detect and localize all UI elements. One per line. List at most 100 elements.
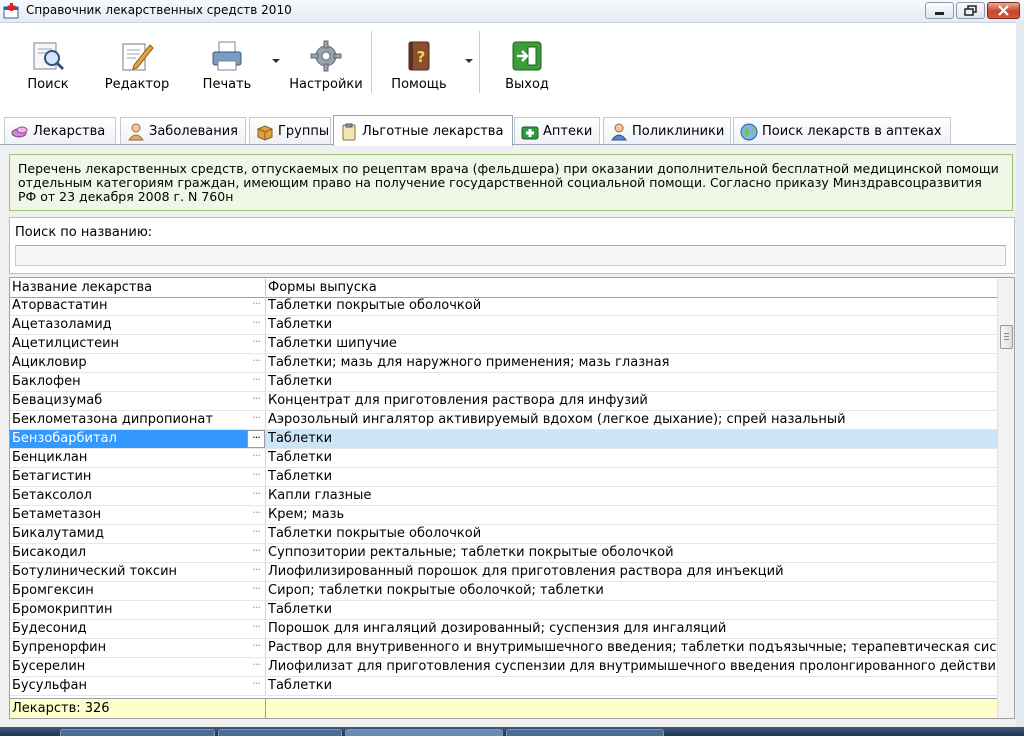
ellipsis-button[interactable]: ··· — [247, 677, 265, 695]
help-button[interactable]: ? Помощь — [387, 29, 451, 101]
release-forms-cell[interactable]: Сироп; таблетки покрытые оболочкой; табл… — [266, 582, 997, 600]
release-forms-cell[interactable]: Таблетки — [266, 449, 997, 467]
ellipsis-button[interactable]: ··· — [247, 316, 265, 334]
release-forms-cell[interactable]: Порошок для ингаляций дозированный; сусп… — [266, 620, 997, 638]
table-row[interactable]: Бетагистин ··· Таблетки — [10, 468, 997, 487]
table-row[interactable]: Ацетилцистеин ··· Таблетки шипучие — [10, 335, 997, 354]
medicine-name-cell[interactable]: Беклометазона дипропионат — [10, 411, 266, 429]
table-row[interactable]: Будесонид ··· Порошок для ингаляций дозиро… — [10, 620, 997, 639]
ellipsis-button[interactable]: ··· — [247, 373, 265, 391]
table-row[interactable]: Аторвастатин ··· Таблетки покрытые оболочк… — [10, 297, 997, 316]
help-dropdown-arrow[interactable] — [465, 59, 473, 63]
release-forms-cell[interactable]: Суппозитории ректальные; таблетки покрыт… — [266, 544, 997, 562]
print-button[interactable]: Печать — [197, 29, 257, 101]
table-row[interactable]: Бикалутамид ··· Таблетки покрытые оболочко… — [10, 525, 997, 544]
medicine-name-cell[interactable]: Бевацизумаб — [10, 392, 266, 410]
medicine-name-cell[interactable]: Ацикловир — [10, 354, 266, 372]
release-forms-cell[interactable]: Таблетки покрытые оболочкой — [266, 297, 997, 315]
table-row[interactable]: Бромгексин ··· Сироп; таблетки покрытые об… — [10, 582, 997, 601]
release-forms-cell[interactable]: Таблетки шипучие — [266, 335, 997, 353]
ellipsis-button[interactable]: ··· — [247, 544, 265, 562]
release-forms-cell[interactable]: Таблетки — [266, 430, 997, 448]
medicine-name-cell[interactable]: Бензобарбитал — [10, 430, 266, 448]
tab-groups[interactable]: Группы — [249, 117, 331, 144]
release-forms-cell[interactable]: Таблетки — [266, 373, 997, 391]
release-forms-cell[interactable]: Концентрат для приготовления раствора дл… — [266, 392, 997, 410]
release-forms-cell[interactable]: Лиофилизат для приготовления суспензии д… — [266, 658, 997, 676]
medicine-name-cell[interactable]: Будесонид — [10, 620, 266, 638]
table-row[interactable]: Бупренорфин ··· Раствор для внутривенного … — [10, 639, 997, 658]
ellipsis-button[interactable]: ··· — [247, 506, 265, 524]
ellipsis-button[interactable]: ··· — [247, 392, 265, 410]
tab-search-in-pharmacies[interactable]: Поиск лекарств в аптеках — [733, 117, 951, 144]
exit-button[interactable]: Выход — [497, 29, 557, 101]
medicine-name-cell[interactable]: Бисакодил — [10, 544, 266, 562]
settings-button[interactable]: Настройки — [288, 29, 364, 101]
medicine-name-cell[interactable]: Бромгексин — [10, 582, 266, 600]
medicine-name-cell[interactable]: Бетагистин — [10, 468, 266, 486]
column-header-forms[interactable]: Формы выпуска — [266, 278, 997, 297]
medicine-name-cell[interactable]: Баклофен — [10, 373, 266, 391]
ellipsis-button[interactable]: ··· — [247, 354, 265, 372]
tab-medicines[interactable]: Лекарства — [4, 117, 116, 144]
release-forms-cell[interactable]: Таблетки — [266, 677, 997, 695]
close-button[interactable] — [987, 2, 1020, 19]
column-header-name[interactable]: Название лекарства — [10, 278, 266, 297]
restore-button[interactable] — [956, 2, 985, 19]
taskbar-item[interactable] — [506, 729, 664, 736]
medicine-name-cell[interactable]: Ацетазоламид — [10, 316, 266, 334]
release-forms-cell[interactable]: Лиофилизированный порошок для приготовле… — [266, 563, 997, 581]
medicine-name-cell[interactable]: Бетаксолол — [10, 487, 266, 505]
medicine-name-cell[interactable]: Бикалутамид — [10, 525, 266, 543]
table-row[interactable]: Бенциклан ··· Таблетки — [10, 449, 997, 468]
release-forms-cell[interactable]: Капли глазные — [266, 487, 997, 505]
medicine-name-cell[interactable]: Ботулинический токсин — [10, 563, 266, 581]
release-forms-cell[interactable]: Таблетки; мазь для наружного применения;… — [266, 354, 997, 372]
table-row[interactable]: Ботулинический токсин ··· Лиофилизированны… — [10, 563, 997, 582]
ellipsis-button[interactable]: ··· — [247, 411, 265, 429]
ellipsis-button[interactable]: ··· — [247, 449, 265, 467]
release-forms-cell[interactable]: Таблетки покрытые оболочкой — [266, 525, 997, 543]
scrollbar-thumb[interactable] — [1000, 325, 1013, 349]
ellipsis-button[interactable]: ··· — [247, 297, 265, 315]
table-row[interactable]: Беклометазона дипропионат ··· Аэрозольный … — [10, 411, 997, 430]
medicine-name-cell[interactable]: Бусерелин — [10, 658, 266, 676]
release-forms-cell[interactable]: Раствор для внутривенного и внутримышечн… — [266, 639, 997, 657]
table-row[interactable]: Баклофен ··· Таблетки — [10, 373, 997, 392]
medicine-name-cell[interactable]: Бетаметазон — [10, 506, 266, 524]
medicine-name-cell[interactable]: Бупренорфин — [10, 639, 266, 657]
taskbar-item[interactable] — [218, 729, 342, 736]
table-row[interactable]: Бромокриптин ··· Таблетки — [10, 601, 997, 620]
taskbar-item[interactable] — [60, 729, 215, 736]
release-forms-cell[interactable]: Аэрозольный ингалятор активируемый вдохо… — [266, 411, 997, 429]
table-row[interactable]: Ацикловир ··· Таблетки; мазь для наружного… — [10, 354, 997, 373]
release-forms-cell[interactable]: Таблетки — [266, 316, 997, 334]
ellipsis-button[interactable]: ··· — [247, 639, 265, 657]
table-row[interactable]: Бетаксолол ··· Капли глазные — [10, 487, 997, 506]
print-dropdown-arrow[interactable] — [272, 59, 280, 63]
taskbar-item-active[interactable] — [345, 729, 503, 736]
vertical-scrollbar[interactable] — [997, 278, 1014, 718]
ellipsis-button[interactable]: ··· — [247, 563, 265, 581]
tab-preferential-medicines[interactable]: Льготные лекарства — [333, 115, 513, 146]
release-forms-cell[interactable]: Таблетки — [266, 601, 997, 619]
minimize-button[interactable] — [925, 2, 954, 19]
tab-diseases[interactable]: Заболевания — [120, 117, 246, 144]
ellipsis-button[interactable]: ··· — [247, 468, 265, 486]
table-row[interactable]: Бетаметазон ··· Крем; мазь — [10, 506, 997, 525]
tab-polyclinics[interactable]: Поликлиники — [603, 117, 731, 144]
ellipsis-button[interactable]: ··· — [247, 335, 265, 353]
ellipsis-button[interactable]: ··· — [247, 658, 265, 676]
release-forms-cell[interactable]: Крем; мазь — [266, 506, 997, 524]
medicine-name-cell[interactable]: Бусульфан — [10, 677, 266, 695]
ellipsis-button[interactable]: ··· — [247, 620, 265, 638]
ellipsis-button[interactable]: ··· — [247, 430, 265, 448]
editor-button[interactable]: Редактор — [99, 29, 175, 101]
tab-pharmacies[interactable]: Аптеки — [514, 117, 600, 144]
table-row[interactable]: Бусерелин ··· Лиофилизат для приготовления… — [10, 658, 997, 677]
table-row[interactable]: Бевацизумаб ··· Концентрат для приготовлен… — [10, 392, 997, 411]
medicine-name-cell[interactable]: Аторвастатин — [10, 297, 266, 315]
table-row[interactable]: Бензобарбитал ··· Таблетки — [10, 430, 997, 449]
table-row[interactable]: Ацетазоламид ··· Таблетки — [10, 316, 997, 335]
medicine-name-cell[interactable]: Ацетилцистеин — [10, 335, 266, 353]
